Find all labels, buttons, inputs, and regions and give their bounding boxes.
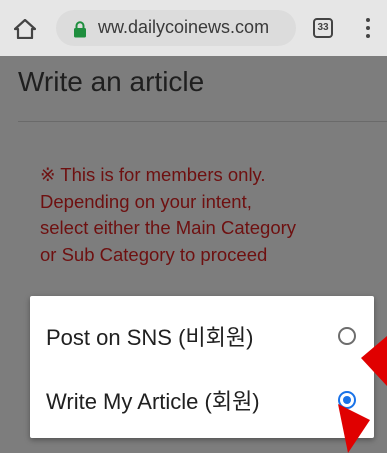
red-arrow-icon: [338, 404, 370, 453]
home-icon[interactable]: [14, 19, 36, 39]
notice-line: Depending on your intent,: [40, 190, 252, 212]
option-label: Write My Article (회원): [46, 389, 260, 414]
url-text[interactable]: ww.dailycoinews.com: [98, 17, 269, 38]
red-arrow-icon: [361, 336, 387, 386]
tabs-icon[interactable]: 33: [313, 18, 333, 38]
browser-toolbar: ww.dailycoinews.com 33: [0, 0, 387, 56]
option-post-on-sns[interactable]: Post on SNS (비회원): [30, 304, 374, 366]
option-dialog: Post on SNS (비회원) Write My Article (회원): [30, 296, 374, 438]
more-vert-icon[interactable]: [365, 18, 371, 40]
page-title: Write an article: [18, 66, 205, 97]
divider: [18, 121, 387, 122]
radio-unchecked-icon[interactable]: [338, 327, 356, 345]
option-write-my-article[interactable]: Write My Article (회원): [30, 368, 374, 430]
notice-line: select either the Main Category: [40, 217, 297, 238]
lock-icon: [74, 21, 86, 38]
notice-line: or Sub Category to proceed: [40, 243, 268, 265]
notice-line: ※ This is for members only.: [40, 164, 266, 185]
members-notice: ※ This is for members only. Depending on…: [40, 162, 380, 268]
tab-count: 33: [317, 22, 329, 33]
option-label: Post on SNS (비회원): [46, 325, 254, 350]
